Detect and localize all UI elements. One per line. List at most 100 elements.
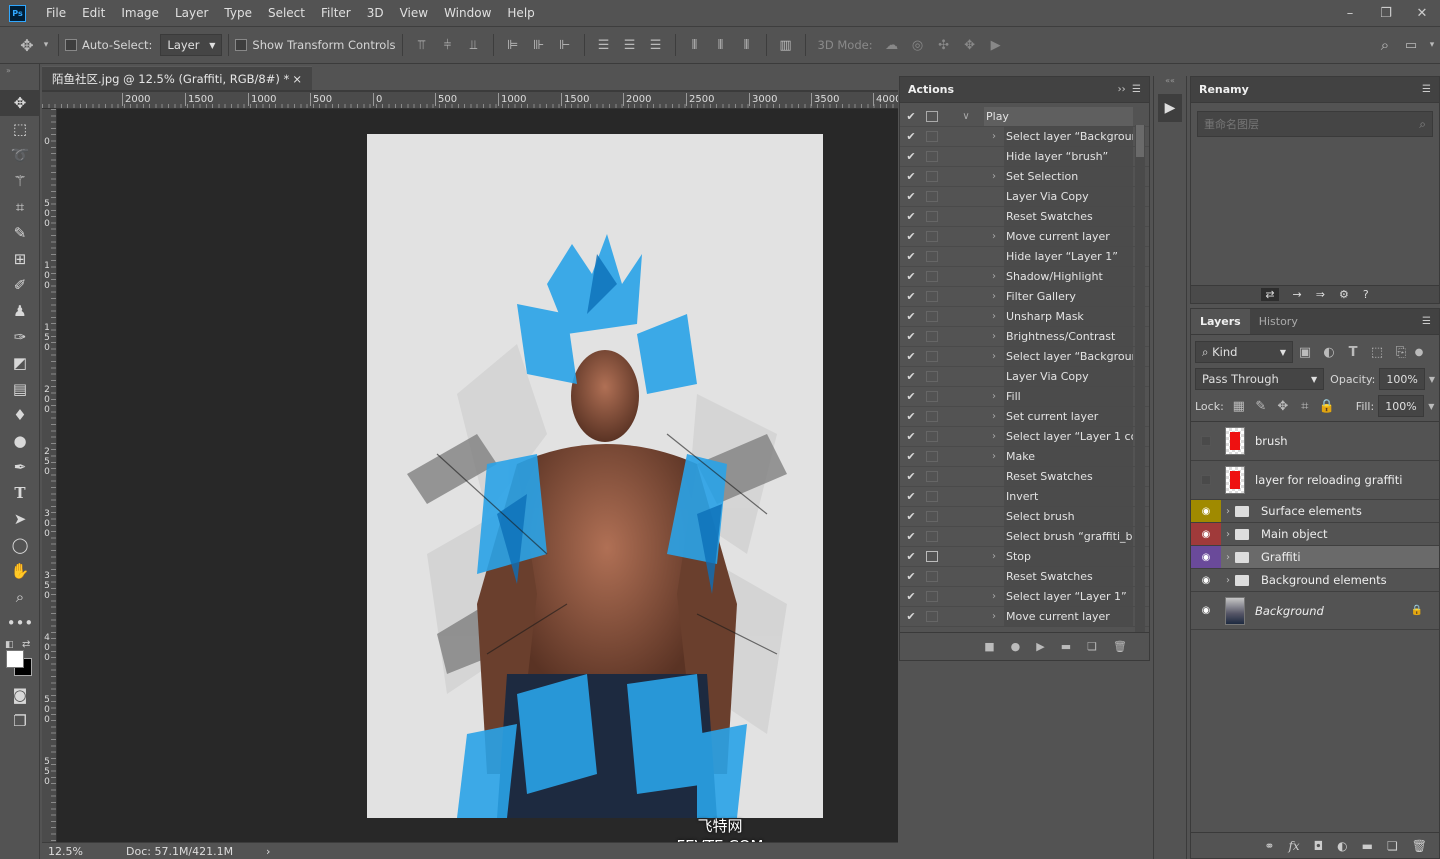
history-brush-icon[interactable]: ✑ (0, 324, 40, 350)
apply-icon[interactable]: ⇒ (1316, 288, 1325, 301)
chevron-right-icon[interactable]: › (984, 411, 1004, 422)
action-item[interactable]: ✔ › Stop (900, 547, 1149, 567)
3d-slide-icon[interactable]: ✥ (957, 38, 983, 53)
minimize-icon[interactable]: – (1332, 6, 1368, 21)
hand-tool-icon[interactable]: ✋ (0, 558, 40, 584)
lock-all-icon[interactable]: 🔒 (1316, 399, 1338, 414)
fx-icon[interactable]: fx (1288, 839, 1299, 853)
dialog-toggle-icon[interactable] (926, 251, 938, 262)
filter-pixel-icon[interactable]: ▣ (1293, 345, 1317, 360)
gradient-icon[interactable]: ▤ (0, 376, 40, 402)
move-tool-icon[interactable]: ✥ (0, 90, 40, 116)
check-icon[interactable]: ✔ (900, 370, 922, 383)
action-item[interactable]: ✔ › Set Selection (900, 167, 1149, 187)
action-item[interactable]: ✔ › Brightness/Contrast (900, 327, 1149, 347)
chevron-right-icon[interactable]: › (1221, 552, 1235, 563)
more-tools-icon[interactable]: ••• (0, 610, 40, 636)
check-icon[interactable]: ✔ (900, 150, 922, 163)
foreground-color-swatch[interactable] (6, 650, 24, 668)
tab-renamy[interactable]: Renamy (1199, 83, 1249, 96)
default-colors-icon[interactable]: ◧ (5, 640, 14, 650)
rename-icon[interactable]: ⇄ (1261, 288, 1279, 301)
dialog-toggle-icon[interactable] (926, 611, 938, 622)
check-icon[interactable]: ✔ (900, 210, 922, 223)
chevron-down-icon[interactable]: ▼ (1429, 375, 1435, 384)
filter-adjustment-icon[interactable]: ◐ (1317, 345, 1341, 360)
distribute-left-icon[interactable]: ⦀ (682, 38, 708, 53)
check-icon[interactable]: ✔ (900, 190, 922, 203)
chevron-down-icon[interactable]: ▾ (1424, 40, 1440, 50)
chevron-right-icon[interactable]: › (984, 611, 1004, 622)
help-icon[interactable]: ? (1363, 288, 1369, 301)
action-item[interactable]: ✔ Layer Via Copy (900, 367, 1149, 387)
panel-menu-icon[interactable]: ›› ☰ (1118, 84, 1141, 95)
distribute-vcenter-icon[interactable]: ☰ (617, 38, 643, 53)
action-item[interactable]: ✔ Hide layer “brush” (900, 147, 1149, 167)
menu-help[interactable]: Help (499, 6, 542, 20)
align-bottom-icon[interactable]: ⫫ (461, 38, 487, 53)
visibility-eye-icon[interactable]: ◉ (1191, 523, 1221, 545)
add-mask-icon[interactable]: ◘ (1314, 839, 1324, 853)
action-item[interactable]: ✔ Reset Swatches (900, 467, 1149, 487)
crop-tool-icon[interactable]: ⌗ (0, 194, 40, 220)
3d-scale-icon[interactable]: ▶ (983, 38, 1009, 53)
dialog-toggle-icon[interactable] (926, 411, 938, 422)
chevron-right-icon[interactable]: › (984, 431, 1004, 442)
move-tool-icon[interactable]: ✥ (14, 36, 40, 55)
check-icon[interactable]: ✔ (900, 110, 922, 123)
visibility-eye-icon[interactable]: ◉ (1191, 569, 1221, 591)
blur-tool-icon[interactable]: ♦ (0, 402, 40, 428)
dialog-toggle-icon[interactable] (926, 231, 938, 242)
workspace-icon[interactable]: ▭ (1398, 38, 1424, 53)
layer-row[interactable]: ◉ › Background elements (1191, 569, 1439, 592)
chevron-right-icon[interactable]: › (984, 171, 1004, 182)
ellipse-tool-icon[interactable]: ◯ (0, 532, 40, 558)
action-item[interactable]: ✔ Layer Via Copy (900, 187, 1149, 207)
menu-image[interactable]: Image (113, 6, 167, 20)
delete-icon[interactable]: 🗑 (1113, 640, 1127, 653)
action-item[interactable]: ✔ › Fill (900, 387, 1149, 407)
dialog-toggle-icon[interactable] (926, 451, 938, 462)
fill-input[interactable]: 100% (1378, 395, 1425, 417)
chevron-right-icon[interactable]: › (1221, 575, 1235, 586)
chevron-down-icon[interactable]: ∨ (956, 111, 976, 122)
show-transform-checkbox[interactable]: Show Transform Controls (235, 38, 396, 52)
dialog-toggle-icon[interactable] (926, 311, 938, 322)
check-icon[interactable]: ✔ (900, 350, 922, 363)
screen-mode-icon[interactable]: ❐ (0, 708, 40, 734)
collapse-icon[interactable]: » (0, 64, 39, 90)
marquee-tool-icon[interactable]: ⬚ (0, 116, 40, 142)
check-icon[interactable]: ✔ (900, 550, 922, 563)
dialog-toggle-icon[interactable] (926, 431, 938, 442)
menu-type[interactable]: Type (216, 6, 260, 20)
align-left-icon[interactable]: ⊫ (500, 38, 526, 53)
action-item[interactable]: ✔ Invert (900, 487, 1149, 507)
magic-wand-icon[interactable]: ⚚ (0, 168, 40, 194)
align-vcenter-icon[interactable]: ⫩ (435, 38, 461, 53)
healing-brush-icon[interactable]: ⊞ (0, 246, 40, 272)
check-icon[interactable]: ✔ (900, 230, 922, 243)
action-item[interactable]: ✔ ›Select layer “Layer 1 co... (900, 427, 1149, 447)
chevron-down-icon[interactable]: ▾ (40, 40, 52, 50)
scrollbar-thumb[interactable] (1136, 125, 1144, 157)
check-icon[interactable]: ✔ (900, 610, 922, 623)
dialog-toggle-icon[interactable] (926, 531, 938, 542)
brush-tool-icon[interactable]: ✐ (0, 272, 40, 298)
layer-row[interactable]: layer for reloading graffiti (1191, 461, 1439, 500)
action-item[interactable]: ✔ Reset Swatches (900, 567, 1149, 587)
action-item[interactable]: ✔ › Move current layer (900, 227, 1149, 247)
dialog-toggle-icon[interactable] (926, 571, 938, 582)
panel-menu-icon[interactable]: ☰ (1422, 316, 1439, 327)
visibility-eye-icon[interactable]: ◉ (1191, 546, 1221, 568)
zoom-tool-icon[interactable]: ⌕ (0, 584, 40, 610)
check-icon[interactable]: ✔ (900, 450, 922, 463)
tab-actions[interactable]: Actions (908, 83, 954, 96)
visibility-eye-icon[interactable] (1191, 461, 1221, 499)
chevron-right-icon[interactable]: › (984, 451, 1004, 462)
distribute-hcenter-icon[interactable]: ⦀ (708, 38, 734, 53)
layer-row[interactable]: ◉ › Surface elements (1191, 500, 1439, 523)
check-icon[interactable]: ✔ (900, 590, 922, 603)
check-icon[interactable]: ✔ (900, 130, 922, 143)
tab-layers[interactable]: Layers (1191, 309, 1250, 334)
chevron-right-icon[interactable]: › (984, 331, 1004, 342)
